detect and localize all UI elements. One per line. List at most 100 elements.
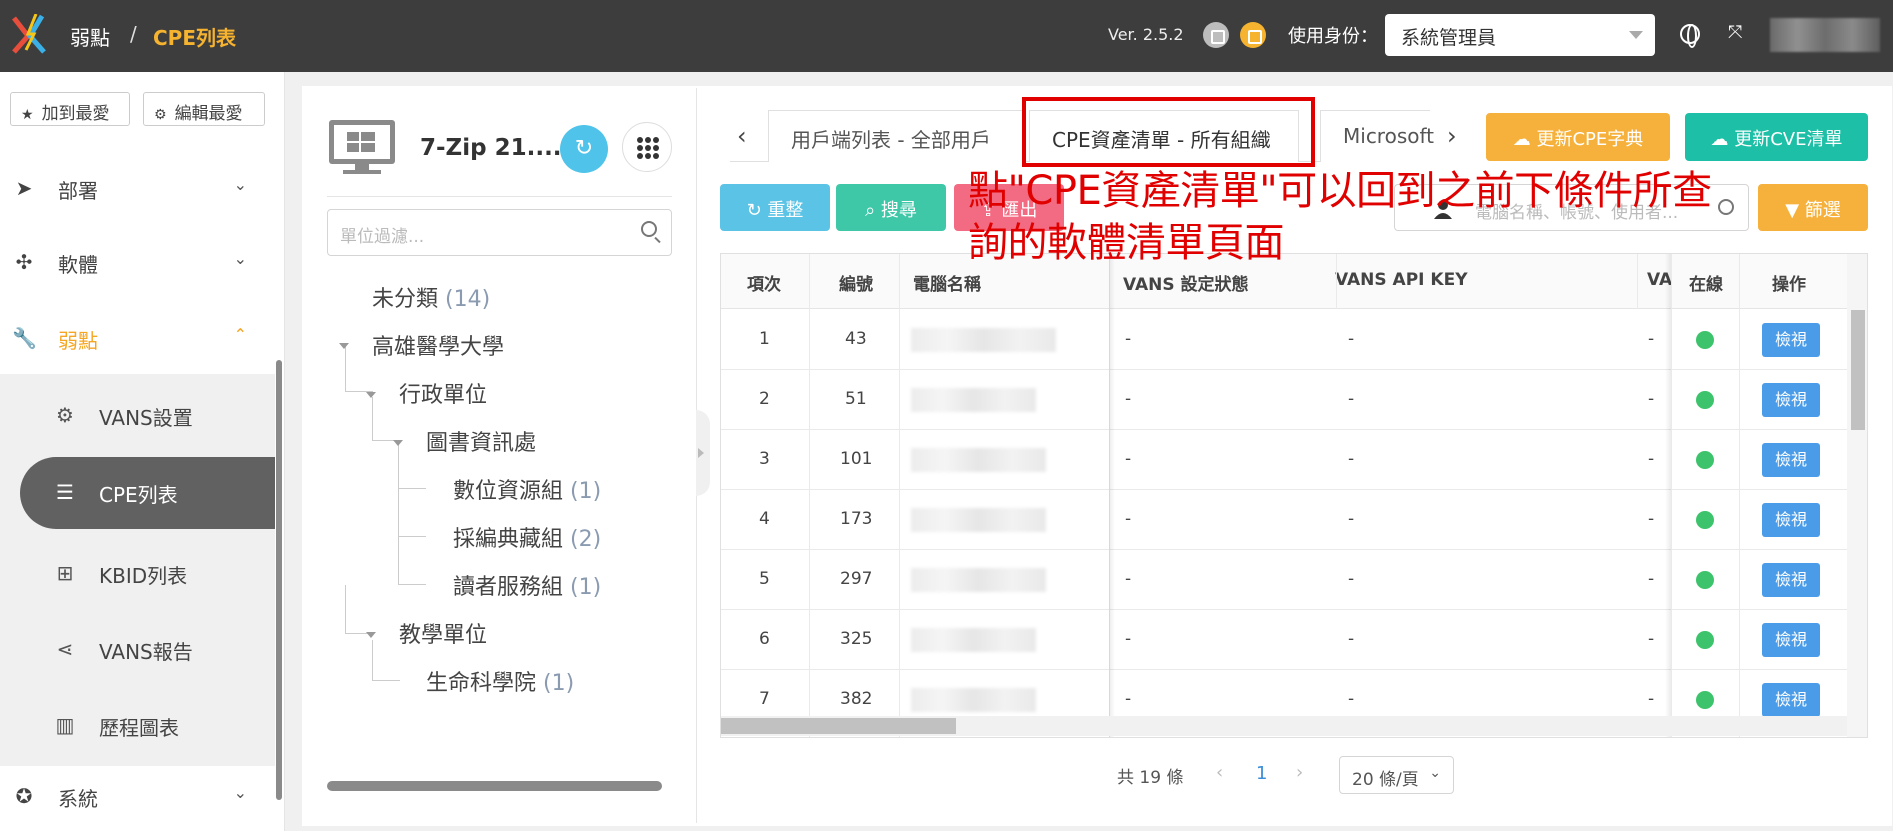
caret-down-icon[interactable] [366,392,376,398]
view-button[interactable]: 檢視 [1762,323,1820,357]
globe-icon[interactable] [1680,24,1700,48]
add-favorite-button[interactable]: ★ 加到最愛 [10,92,130,126]
user-avatar[interactable] [1770,18,1880,52]
unit-filter-input[interactable]: 單位過濾... [327,209,672,256]
tree-node[interactable]: 教學單位 [399,617,487,649]
row-id: 43 [845,329,867,349]
update-cpe-label: 更新CPE字典 [1536,129,1644,150]
online-status-dot [1696,391,1714,409]
tree-node[interactable]: 讀者服務組 (1) [453,569,601,601]
network-icon: ✪ [15,784,33,808]
computer-name-redacted [911,688,1036,712]
online-status-dot [1696,451,1714,469]
tab-next-icon[interactable]: › [1447,122,1457,150]
apps-grid-button[interactable] [622,122,672,172]
column-header[interactable]: 電腦名稱 [913,270,981,295]
tree-scrollbar[interactable] [327,781,662,791]
sidebar-item-vans-report[interactable]: ⋖ VANS報告 [0,614,275,686]
pagination-total: 共 19 條 [1117,768,1184,788]
current-page[interactable]: 1 [1256,763,1267,784]
sidebar-item-system[interactable]: ✪ 系統 ⌄ [0,766,275,826]
reset-button[interactable]: ↻ 重整 [720,184,830,231]
caret-down-icon[interactable] [393,440,403,446]
column-header[interactable]: 編號 [839,270,873,295]
cloud-upload-icon: ☁ [1512,129,1537,150]
edit-favorite-button[interactable]: ⚙ 編輯最愛 [143,92,265,126]
caret-down-icon[interactable] [366,632,376,638]
view-button[interactable]: 檢視 [1762,383,1820,417]
cloud-upload-icon: ☁ [1710,129,1735,150]
row-id: 325 [840,629,873,649]
tree-node[interactable]: 未分類 (14) [372,281,490,313]
view-button[interactable]: 檢視 [1762,443,1820,477]
tree-node[interactable]: 數位資源組 (1) [453,473,601,505]
table-horizontal-scroll-thumb[interactable] [721,718,956,734]
tree-connector [398,445,399,585]
star-icon: ★ [21,107,34,123]
next-page-icon[interactable]: › [1296,762,1303,783]
view-button[interactable]: 檢視 [1762,563,1820,597]
vans-api-key: - [1348,569,1355,589]
tab-client-list[interactable]: 用戶端列表 - 全部用戶 [768,110,1026,162]
va-value: - [1648,509,1655,529]
column-header[interactable]: 項次 [747,270,781,295]
refresh-button[interactable]: ↻ [560,125,608,173]
breadcrumb-root[interactable]: 弱點 [70,22,110,51]
chevron-down-icon: ⌄ [233,249,247,268]
sidebar: ★ 加到最愛 ⚙ 編輯最愛 ➤ 部署 ⌄ ✣ 軟體 ⌄ 🔧 弱點 ⌃ ⚙ VANS設… [0,72,285,831]
breadcrumb-separator: / [130,22,137,46]
version-label: Ver. 2.5.2 [1108,25,1184,44]
sidebar-item-software[interactable]: ✣ 軟體 ⌄ [0,232,275,292]
online-status-dot [1696,691,1714,709]
filter-button[interactable]: ▼ 篩選 [1758,184,1868,231]
sidebar-item-kbid-list[interactable]: ⊞ KBID列表 [0,538,275,610]
puzzle-icon: ✣ [15,250,33,274]
tab-prev-icon[interactable]: ‹ [737,122,747,150]
update-cve-list-button[interactable]: ☁ 更新CVE清單 [1685,113,1868,161]
chevron-down-icon: ⌄ [233,175,247,194]
table-vertical-scroll-thumb[interactable] [1851,310,1865,430]
view-button[interactable]: 檢視 [1762,683,1820,717]
notification-icon[interactable] [1240,22,1266,48]
sidebar-item-history-chart[interactable]: ▥ 歷程圖表 [0,690,275,762]
column-header[interactable]: 操作 [1772,270,1806,295]
sidebar-item-vulnerability[interactable]: 🔧 弱點 ⌃ [0,308,275,368]
window-icon[interactable] [1203,22,1229,48]
collapse-panel-button[interactable] [696,410,710,496]
search-button[interactable]: ⌕ 搜尋 [836,184,946,231]
caret-down-icon[interactable] [339,343,349,349]
sidebar-scrollbar[interactable] [276,360,282,800]
tree-node[interactable]: 採編典藏組 (2) [453,521,601,553]
page-size-select[interactable]: 20 條/頁 ⌄ [1339,756,1454,794]
column-header[interactable]: VANS API KEY [1335,270,1468,290]
search-icon [1718,199,1734,215]
computer-name-redacted [911,568,1046,592]
fullscreen-icon[interactable]: ⤧ [1728,24,1746,42]
sidebar-item-vans-settings[interactable]: ⚙ VANS設置 [0,380,275,452]
column-header[interactable]: VANS 設定狀態 [1123,270,1249,295]
tree-node[interactable]: 圖書資訊處 [426,425,536,457]
sidebar-item-cpe-list[interactable]: ☰ CPE列表 [20,457,275,529]
identity-select[interactable]: 系統管理員 [1385,14,1655,56]
view-button[interactable]: 檢視 [1762,623,1820,657]
tree-node[interactable]: 生命科學院 (1) [426,665,574,697]
table-row: 5 297 - - - 檢視 [721,550,1867,610]
gear-icon: ⚙ [154,107,167,123]
tree-node[interactable]: 高雄醫學大學 [372,329,504,361]
tree-connector [398,536,426,537]
update-cpe-dictionary-button[interactable]: ☁ 更新CPE字典 [1486,113,1670,161]
top-bar: 弱點 / CPE列表 Ver. 2.5.2 使用身份： 系統管理員 ⤧ [0,0,1893,72]
va-value: - [1648,629,1655,649]
va-value: - [1648,689,1655,709]
column-header[interactable]: 在線 [1689,270,1723,295]
sidebar-item-deploy[interactable]: ➤ 部署 ⌄ [0,158,275,218]
app-logo[interactable] [12,14,48,54]
prev-page-icon[interactable]: ‹ [1216,762,1223,783]
tree-node[interactable]: 行政單位 [399,377,487,409]
update-cve-label: 更新CVE清單 [1734,129,1843,150]
table-row: 1 43 - - - 檢視 [721,310,1867,370]
view-button[interactable]: 檢視 [1762,503,1820,537]
row-id: 101 [840,449,873,469]
tab-microsoft[interactable]: Microsoft [1320,110,1434,162]
va-value: - [1648,569,1655,589]
